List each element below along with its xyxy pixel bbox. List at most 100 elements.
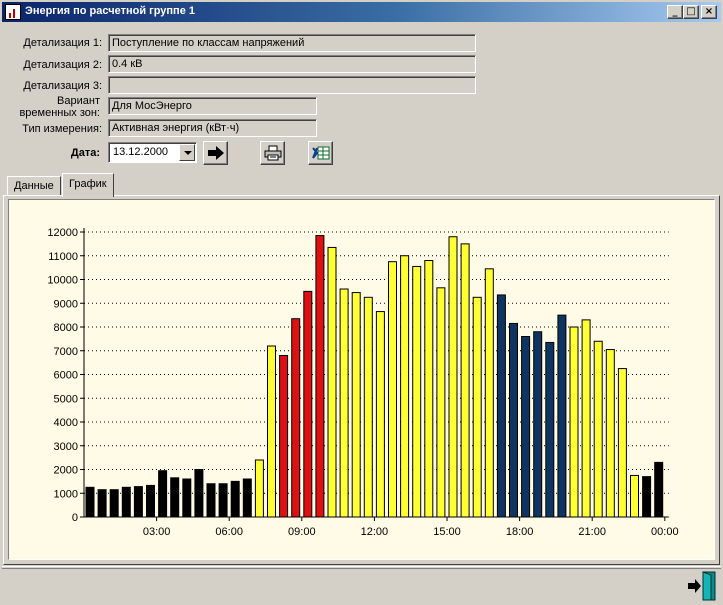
print-button[interactable]: [260, 141, 285, 165]
bar: [436, 287, 446, 518]
y-tick-label: 5000: [54, 393, 78, 405]
bar: [254, 459, 264, 518]
y-tick-label: 1000: [54, 488, 78, 500]
bar: [460, 243, 470, 518]
bar: [388, 261, 397, 518]
x-tick-label: 09:00: [288, 526, 316, 538]
y-tick-label: 4000: [54, 417, 78, 429]
bar: [521, 336, 531, 518]
zones-label-line2: временных зон:: [19, 107, 100, 119]
bar: [654, 461, 664, 518]
bar: [230, 480, 240, 518]
minimize-button[interactable]: _: [667, 5, 683, 19]
bar: [448, 236, 458, 518]
detail2-field[interactable]: 0.4 кВ: [108, 55, 476, 73]
energy-bar-chart: 0 1000 2000 3000 4000 5000 6000 7000 8000 9000 100…: [47, 227, 679, 538]
y-tick-label: 12000: [47, 227, 78, 239]
bar: [85, 486, 95, 518]
bar: [327, 246, 337, 518]
bar: [509, 322, 518, 518]
measure-label: Тип измерения:: [22, 123, 102, 135]
bar: [133, 486, 143, 518]
zones-label-line1: Вариант: [57, 95, 100, 107]
x-tick-label: 03:00: [143, 526, 171, 538]
bar: [218, 483, 228, 518]
bar: [242, 478, 252, 518]
bar: [412, 265, 422, 518]
bar: [170, 477, 180, 518]
bar: [267, 345, 276, 518]
bar: [642, 476, 652, 518]
bar: [545, 341, 555, 518]
x-tick-label: 18:00: [506, 526, 534, 538]
detail3-field[interactable]: [108, 76, 476, 94]
bar: [581, 319, 591, 518]
date-label: Дата:: [70, 147, 100, 159]
bar: [146, 484, 155, 518]
date-value[interactable]: 13.12.2000: [113, 146, 168, 158]
bar: [375, 311, 385, 518]
bar: [630, 474, 639, 518]
divider: [2, 566, 721, 567]
printer-icon: [264, 145, 282, 161]
bar: [206, 483, 216, 518]
arrow-right-icon: [208, 146, 224, 160]
bar: [557, 314, 567, 518]
bar: [182, 478, 192, 518]
chart-area: 0 1000 2000 3000 4000 5000 6000 7000 8000 9000 100…: [8, 199, 715, 560]
x-tick-label: 12:00: [361, 526, 389, 538]
close-button[interactable]: ×: [701, 5, 717, 19]
chart-tab-panel: 0 1000 2000 3000 4000 5000 6000 7000 8000 9000 100…: [3, 195, 720, 565]
tab-data[interactable]: Данные: [7, 176, 61, 196]
exit-button[interactable]: [687, 571, 717, 601]
bar: [496, 294, 506, 518]
bar: [109, 489, 119, 518]
tab-chart[interactable]: График: [62, 173, 114, 197]
go-button[interactable]: [203, 141, 228, 165]
maximize-button[interactable]: □: [683, 5, 699, 19]
chevron-down-icon[interactable]: [179, 144, 195, 161]
x-tick-label: 00:00: [651, 526, 679, 538]
y-tick-label: 10000: [47, 275, 78, 287]
bar: [279, 355, 289, 518]
y-tick-label: 0: [72, 512, 78, 524]
y-tick-label: 9000: [54, 298, 78, 310]
app-chart-icon[interactable]: [5, 4, 21, 20]
title-bar[interactable]: Энергия по расчетной группе 1 _ □ ×: [2, 2, 721, 22]
x-tick-label: 21:00: [578, 526, 606, 538]
bar: [400, 255, 410, 518]
bar: [569, 326, 579, 518]
bar: [97, 489, 107, 518]
status-bar: [2, 568, 721, 603]
bar: [424, 260, 434, 518]
y-tick-label: 3000: [54, 441, 78, 453]
date-picker[interactable]: 13.12.2000: [108, 142, 197, 163]
exit-door-icon: [688, 571, 716, 601]
bar: [315, 235, 325, 518]
excel-icon: [312, 146, 330, 160]
bar: [533, 331, 543, 518]
bar: [484, 268, 494, 518]
detail1-field[interactable]: Поступление по классам напряжений: [108, 34, 476, 52]
excel-export-button[interactable]: [308, 141, 333, 165]
bar: [158, 470, 168, 518]
y-tick-label: 8000: [54, 322, 78, 334]
detail3-label: Детализация 3:: [23, 80, 102, 92]
window-title: Энергия по расчетной группе 1: [25, 5, 195, 17]
bar: [339, 288, 349, 518]
bar: [617, 368, 627, 518]
zones-label: Вариант временных зон:: [4, 95, 100, 119]
detail2-label: Детализация 2:: [23, 59, 102, 71]
bar: [121, 486, 131, 518]
bar: [363, 296, 373, 518]
zones-field[interactable]: Для МосЭнерго: [108, 97, 317, 115]
y-tick-label: 2000: [54, 465, 78, 477]
measure-field[interactable]: Активная энергия (кВт·ч): [108, 119, 317, 137]
bar: [351, 292, 361, 518]
bar: [472, 296, 482, 518]
y-tick-label: 6000: [54, 370, 78, 382]
y-tick-label: 7000: [54, 346, 78, 358]
x-tick-label: 06:00: [215, 526, 243, 538]
y-tick-label: 11000: [48, 251, 78, 263]
bar: [605, 349, 615, 518]
